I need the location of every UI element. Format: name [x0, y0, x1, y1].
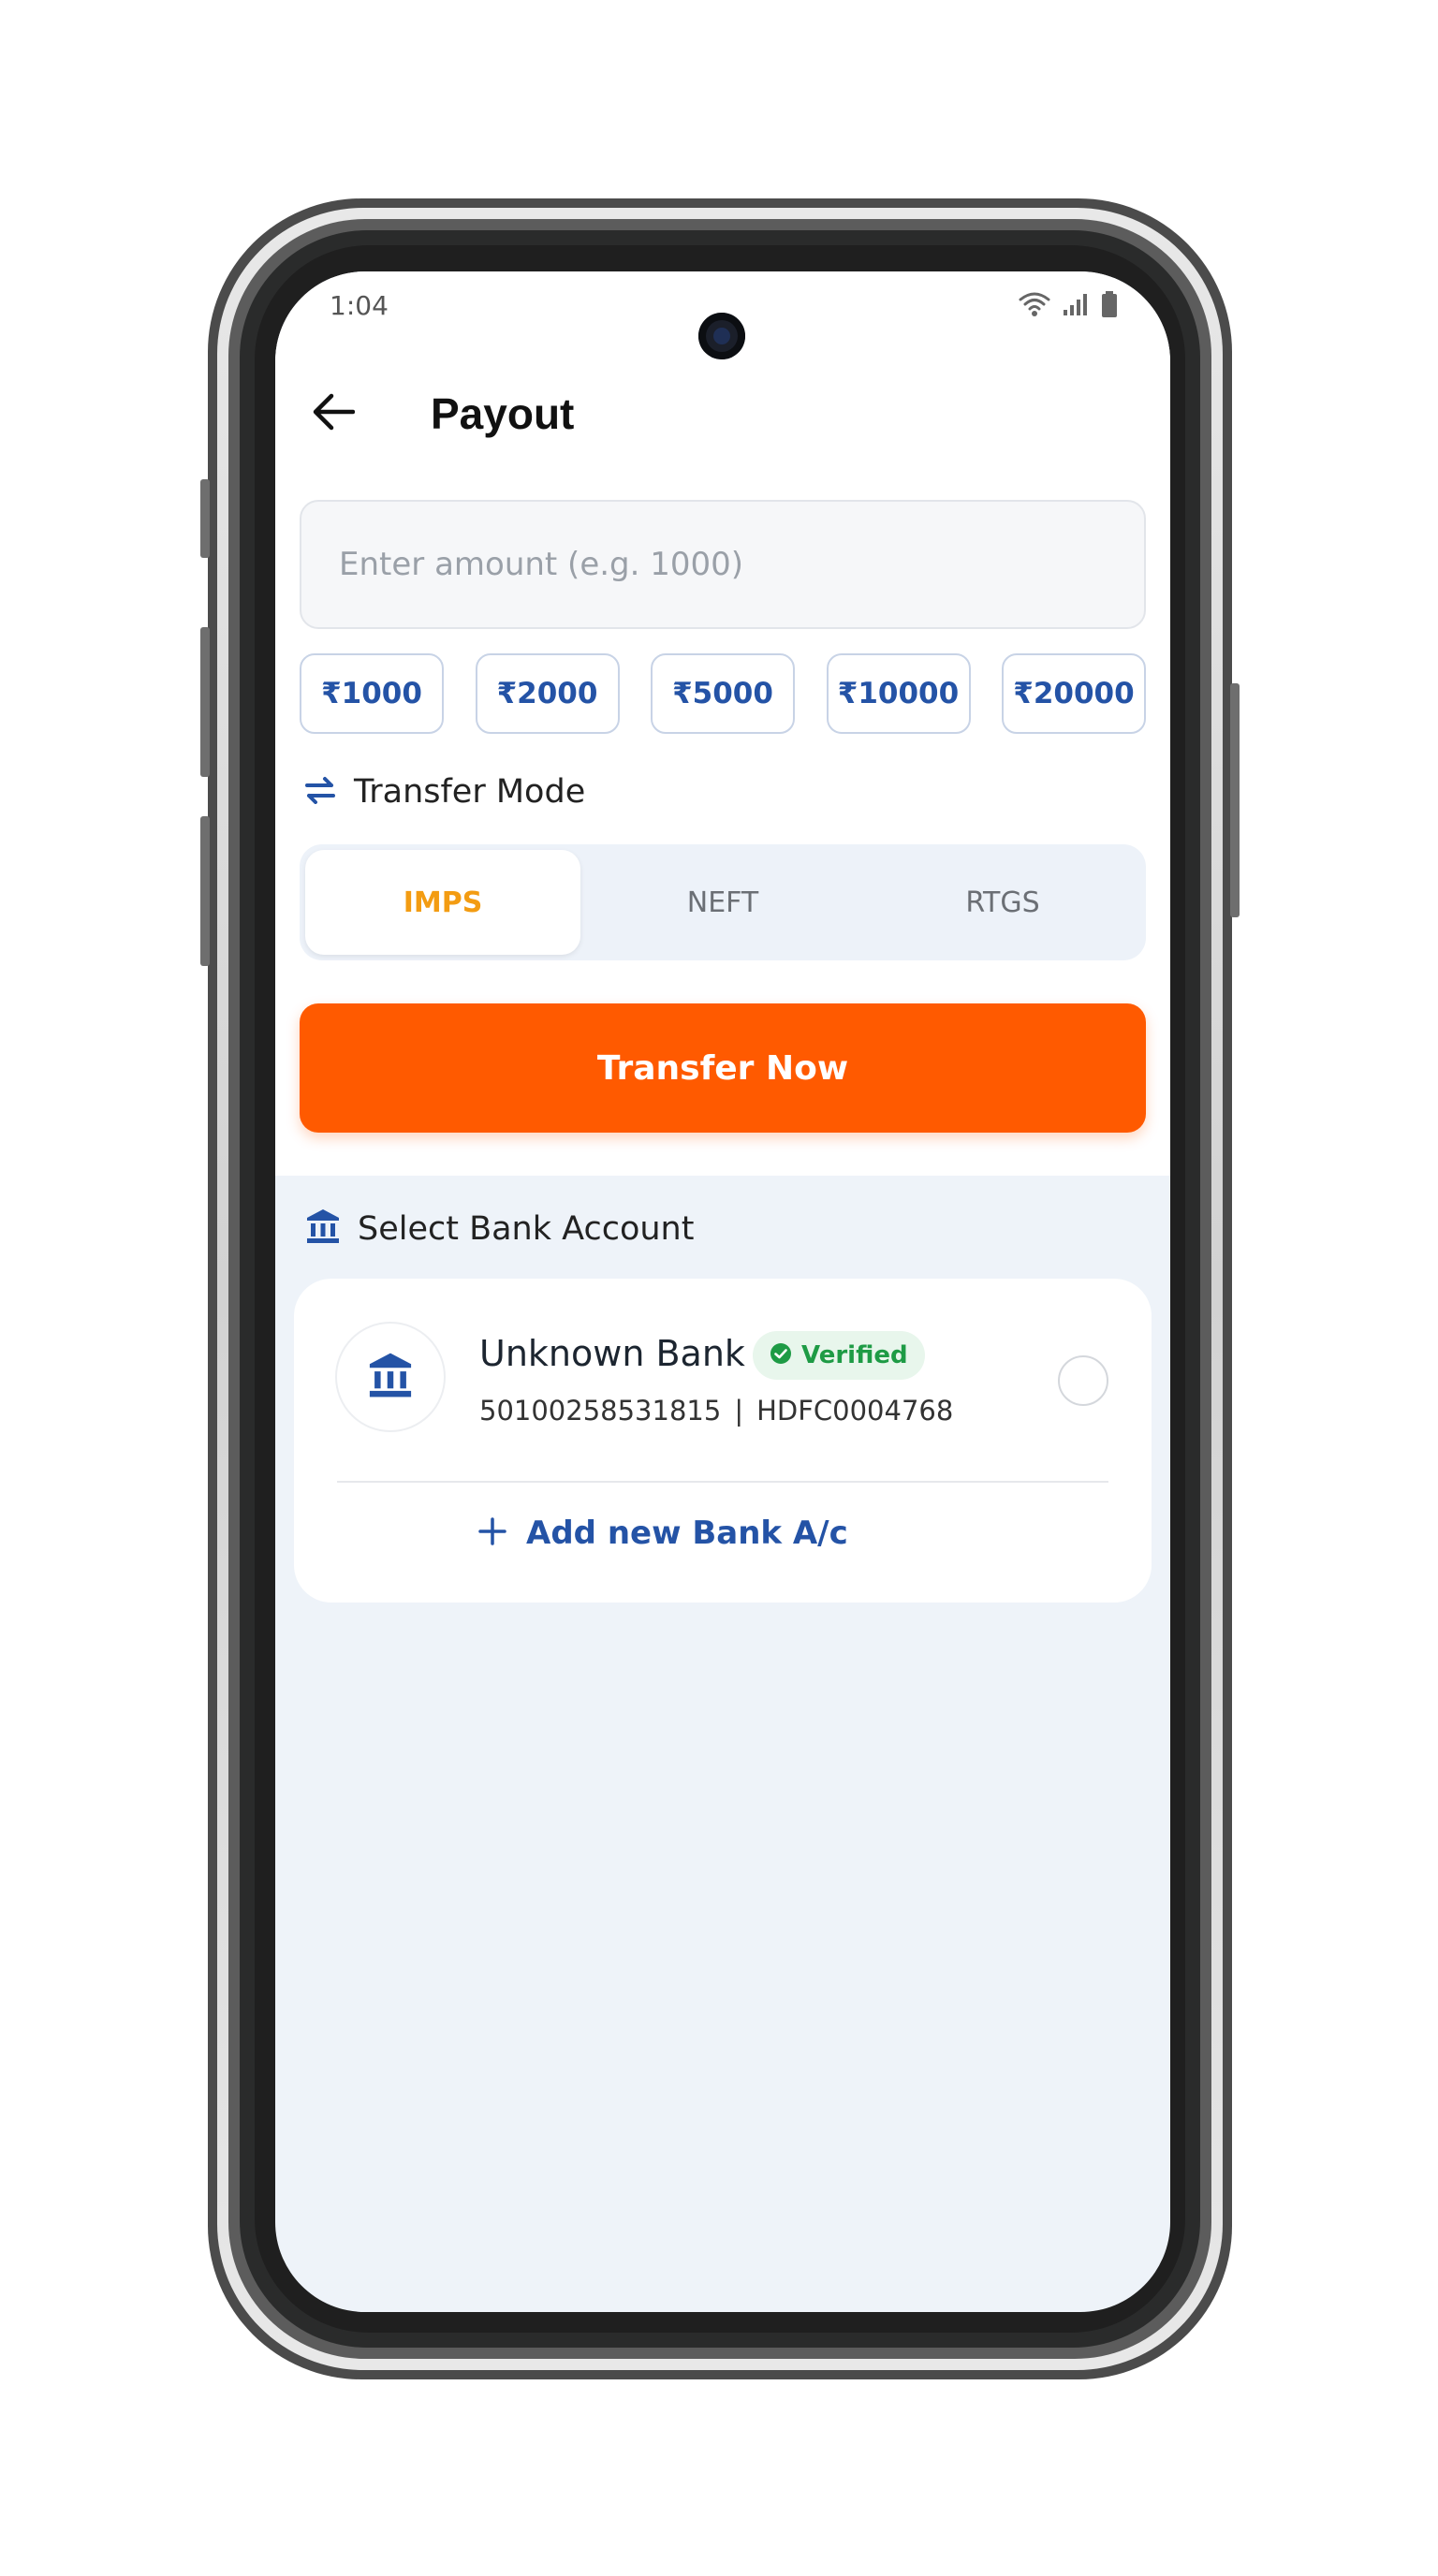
transfer-arrows-icon	[303, 776, 337, 809]
verified-label: Verified	[801, 1341, 908, 1369]
status-icons	[1019, 290, 1118, 323]
add-bank-button[interactable]: Add new Bank A/c	[477, 1515, 848, 1552]
bank-section-header: Select Bank Account	[305, 1208, 694, 1250]
account-number: 50100258531815	[479, 1395, 722, 1427]
bank-account-card: Unknown Bank Verified 50100258531815 | H…	[294, 1279, 1152, 1603]
signal-icon	[1062, 291, 1090, 322]
transfer-mode-title: Transfer Mode	[354, 773, 586, 811]
add-bank-label: Add new Bank A/c	[526, 1515, 848, 1552]
quick-amount-chips: ₹1000 ₹2000 ₹5000 ₹10000 ₹20000	[300, 653, 1146, 734]
bank-select-radio[interactable]	[1058, 1355, 1108, 1406]
transfer-mode-selector: IMPS NEFT RTGS	[300, 844, 1146, 960]
wifi-icon	[1019, 291, 1050, 322]
arrow-left-icon	[312, 393, 356, 435]
amount-chip-5000[interactable]: ₹5000	[651, 653, 795, 734]
side-button-left-1	[200, 479, 210, 558]
verified-badge: Verified	[753, 1331, 925, 1380]
page-title: Payout	[431, 389, 575, 438]
bank-section-title: Select Bank Account	[358, 1209, 695, 1248]
bank-icon	[367, 1351, 414, 1404]
amount-chip-2000[interactable]: ₹2000	[475, 653, 620, 734]
amount-chip-1000[interactable]: ₹1000	[300, 653, 444, 734]
screen: 1:04 Payout Enter amount (e.g. 1000) ₹10…	[275, 271, 1170, 2312]
mode-option-imps[interactable]: IMPS	[305, 850, 580, 955]
back-button[interactable]	[303, 384, 363, 444]
status-time: 1:04	[330, 290, 389, 321]
side-button-left-2	[200, 627, 210, 777]
bank-name: Unknown Bank	[479, 1333, 745, 1374]
check-circle-icon	[770, 1342, 792, 1369]
bank-avatar	[335, 1322, 446, 1432]
camera-cutout	[698, 313, 745, 359]
side-button-left-3	[200, 816, 210, 966]
bank-details: 50100258531815 | HDFC0004768	[479, 1395, 953, 1427]
mode-option-rtgs[interactable]: RTGS	[865, 850, 1140, 955]
side-button-right	[1230, 683, 1240, 917]
detail-separator: |	[734, 1395, 744, 1427]
ifsc-code: HDFC0004768	[756, 1395, 954, 1427]
amount-chip-10000[interactable]: ₹10000	[826, 653, 971, 734]
amount-input[interactable]	[300, 500, 1146, 629]
transfer-now-button[interactable]: Transfer Now	[300, 1003, 1146, 1133]
amount-chip-20000[interactable]: ₹20000	[1002, 653, 1146, 734]
bank-icon	[305, 1208, 341, 1250]
card-divider	[337, 1481, 1108, 1483]
plus-icon	[477, 1516, 507, 1551]
mode-option-neft[interactable]: NEFT	[585, 850, 860, 955]
battery-icon	[1101, 290, 1118, 323]
transfer-mode-header: Transfer Mode	[303, 773, 585, 811]
